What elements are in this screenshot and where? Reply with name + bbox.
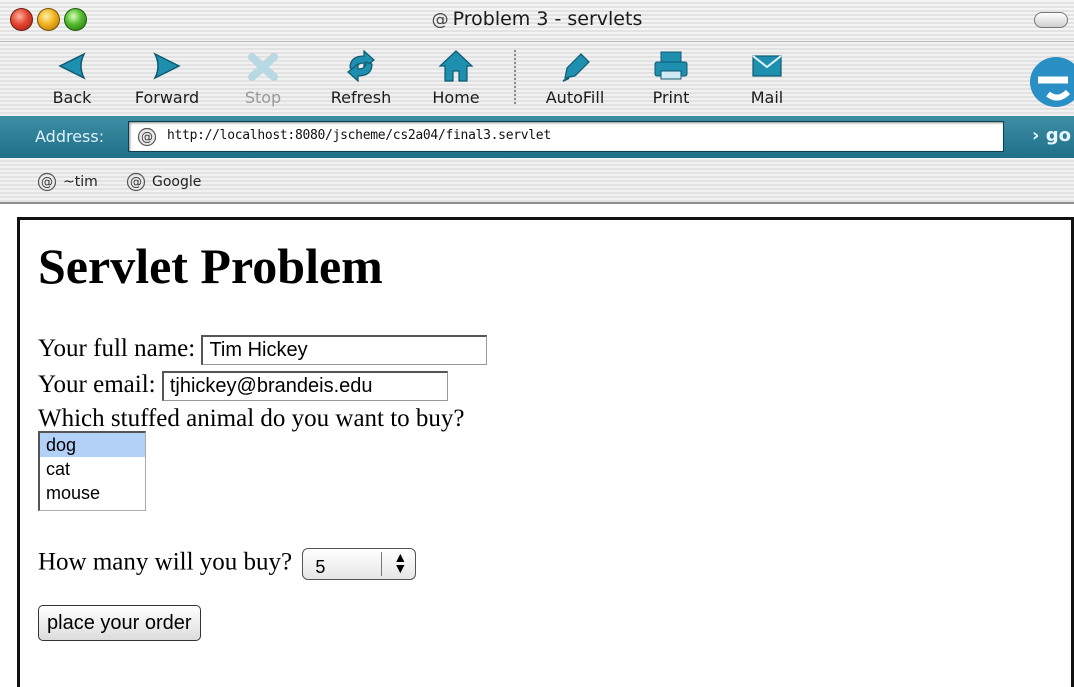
page-heading: Servlet Problem	[38, 238, 383, 294]
svg-text:@: @	[130, 175, 142, 189]
back-label: Back	[52, 88, 92, 107]
quantity-row: How many will you buy? 5 ▲ ▼	[38, 548, 417, 580]
home-icon	[438, 50, 474, 82]
address-label: Address:	[35, 127, 105, 146]
ie-logo-icon	[1030, 57, 1074, 107]
animal-question: Which stuffed animal do you want to buy?	[38, 405, 465, 432]
toolbar-toggle-button[interactable]	[1034, 12, 1068, 28]
animal-option-mouse[interactable]: mouse	[40, 481, 145, 505]
back-button[interactable]: Back	[32, 46, 112, 107]
toolbar-separator	[514, 50, 516, 104]
email-input[interactable]	[161, 371, 448, 402]
updown-arrows-icon: ▲ ▼	[393, 549, 408, 576]
stop-button[interactable]: Stop	[223, 46, 303, 107]
forward-label: Forward	[134, 88, 200, 107]
refresh-icon	[347, 49, 375, 83]
page-content: Servlet Problem Your full name: Your ema…	[17, 217, 1074, 687]
favorite-google[interactable]: @ Google	[126, 172, 201, 192]
quantity-select[interactable]: 5 ▲ ▼	[302, 548, 417, 580]
quantity-label: How many will you buy?	[38, 548, 293, 576]
address-field[interactable]: @ http://localhost:8080/jscheme/cs2a04/f…	[128, 121, 1004, 152]
animal-listbox[interactable]: dog cat mouse	[38, 431, 146, 511]
stop-label: Stop	[244, 88, 282, 107]
favorites-bar: @ ~tim @ Google	[0, 158, 1074, 204]
forward-button[interactable]: Forward	[127, 46, 207, 107]
go-button[interactable]: › go	[1032, 125, 1071, 146]
name-input[interactable]	[201, 335, 488, 366]
at-icon: @	[37, 172, 57, 192]
back-icon	[58, 52, 86, 80]
home-label: Home	[432, 88, 480, 107]
print-label: Print	[652, 88, 690, 107]
window-title-bar: @ Problem 3 - servlets	[0, 0, 1074, 42]
quantity-value: 5	[315, 557, 326, 577]
email-label: Your email:	[38, 371, 156, 398]
autofill-icon	[562, 53, 590, 82]
name-row: Your full name:	[38, 335, 488, 366]
favorite-label: Google	[152, 174, 202, 190]
at-icon: @	[137, 127, 157, 147]
svg-text:@: @	[141, 130, 153, 144]
refresh-button[interactable]: Refresh	[321, 46, 401, 107]
mail-button[interactable]: Mail	[727, 46, 807, 107]
window-title-text: Problem 3 - servlets	[452, 8, 643, 30]
name-label: Your full name:	[38, 335, 196, 362]
favorite-label: ~tim	[63, 174, 98, 190]
email-row: Your email:	[38, 371, 448, 402]
forward-icon	[153, 52, 181, 80]
animal-option-dog[interactable]: dog	[40, 433, 145, 457]
select-divider	[381, 552, 383, 576]
print-button[interactable]: Print	[631, 46, 711, 107]
autofill-button[interactable]: AutoFill	[535, 46, 615, 107]
browser-toolbar: Back Forward Stop Refresh Home AutoFill …	[0, 42, 1074, 116]
at-icon: @	[431, 10, 449, 30]
address-bar: Address: @ http://localhost:8080/jscheme…	[0, 116, 1074, 158]
print-icon	[654, 51, 688, 80]
mail-icon	[752, 55, 782, 77]
at-icon: @	[126, 172, 146, 192]
refresh-label: Refresh	[330, 88, 392, 107]
mail-label: Mail	[750, 88, 784, 107]
go-label: go	[1045, 125, 1071, 146]
favorite-tim[interactable]: @ ~tim	[37, 172, 98, 192]
animal-option-cat[interactable]: cat	[40, 457, 145, 481]
home-button[interactable]: Home	[416, 46, 496, 107]
stop-icon	[248, 53, 278, 81]
svg-text:@: @	[41, 175, 53, 189]
window-title: @ Problem 3 - servlets	[0, 8, 1074, 30]
autofill-label: AutoFill	[545, 88, 605, 107]
place-order-button[interactable]: place your order	[38, 605, 201, 641]
address-url: http://localhost:8080/jscheme/cs2a04/fin…	[167, 128, 551, 143]
